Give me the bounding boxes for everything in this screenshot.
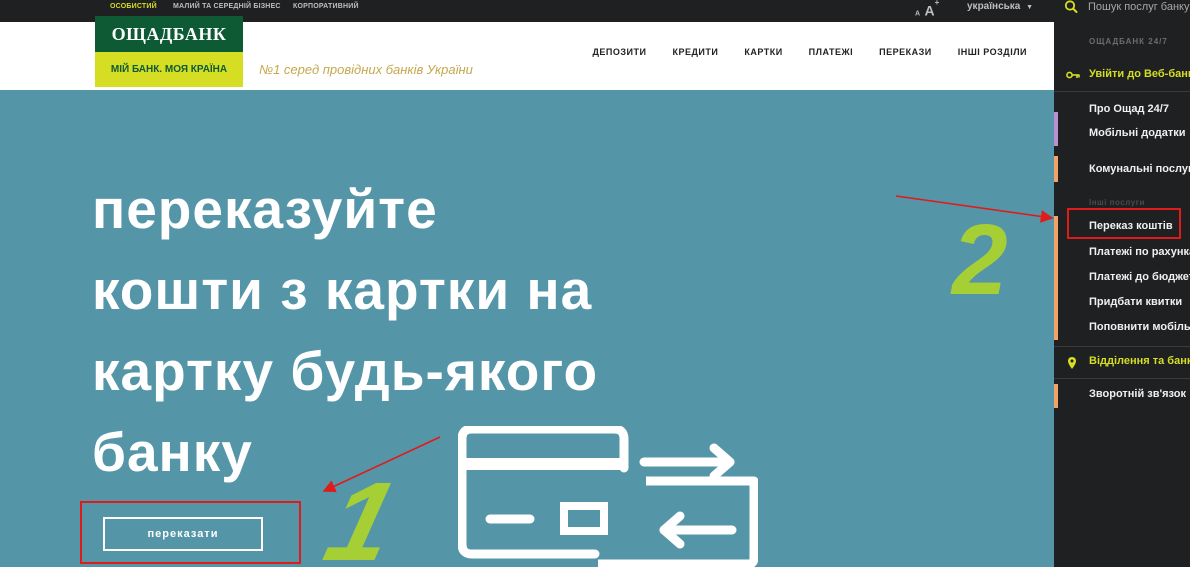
hero-title-line: картку будь-якого [92,340,599,402]
nav-transfers[interactable]: перекази [879,47,932,57]
sidebar-accent-purple [1054,112,1058,146]
search-input[interactable] [1088,0,1190,14]
nav-credits[interactable]: кредити [672,47,718,57]
annotation-step-two: 2 [952,204,1008,316]
font-large-button[interactable]: A [925,2,935,18]
nav-deposits[interactable]: депозити [593,47,647,57]
nav-other-sections[interactable]: інші розділи [958,47,1027,57]
nav-payments[interactable]: платежі [809,47,853,57]
annotation-box-transfer-button [80,501,301,564]
sidebar-subsection-other: Інші послуги [1089,198,1145,207]
hero-title-line: кошти з картки на [92,259,593,321]
sidebar-accent-orange [1054,156,1058,182]
sidebar-item-mobile-topup[interactable]: Поповнити мобільний [1089,321,1190,333]
key-icon [1066,71,1080,79]
card-transfer-icon [458,426,758,567]
segment-corporate-link[interactable]: корпоративний [293,0,359,14]
language-label: українська [967,1,1021,12]
language-select[interactable]: українська ▼ [967,0,1033,14]
hero-banner: переказуйте кошти з картки на картку буд… [0,90,1054,567]
hero-title-line: переказуйте [92,178,438,240]
sidebar-item-budget-payments[interactable]: Платежі до бюджету [1089,271,1190,283]
sidebar-item-about[interactable]: Про Ощад 24/7 [1089,103,1169,115]
sidebar-divider [1054,91,1190,92]
annotation-box-transfer-item [1067,208,1181,239]
sidebar-section-title: ОЩАДБАНК 24/7 [1089,37,1168,46]
font-small-button[interactable]: A [915,10,920,17]
sidebar-accent-orange [1054,216,1058,340]
segment-personal-link[interactable]: особистий [110,0,157,14]
sidebar-item-utilities[interactable]: Комунальні послуги [1089,163,1190,175]
sidebar-item-buy-tickets[interactable]: Придбати квитки [1089,296,1182,308]
sidebar-menu: ОЩАДБАНК 24/7 Увійти до Веб-банкінгу Про… [1054,22,1190,567]
logo-name: ОЩАДБАНК [95,16,243,52]
nav-cards[interactable]: картки [744,47,782,57]
segment-business-link[interactable]: малий та середній бізнес [173,0,281,14]
font-plus-label: + [934,0,940,7]
sidebar-divider [1054,378,1190,379]
header-tagline: №1 серед провідних банків України [259,62,473,77]
main-nav: депозити кредити картки платежі перекази… [593,47,1028,57]
sidebar-item-feedback[interactable]: Зворотній зв'язок [1089,388,1186,400]
sidebar-divider [1054,346,1190,347]
location-pin-icon [1068,357,1076,369]
oschadbank-logo[interactable]: ОЩАДБАНК МІЙ БАНК. МОЯ КРАЇНА [95,16,243,87]
font-size-switcher[interactable]: A A+ [915,0,940,17]
sidebar-item-web-banking[interactable]: Увійти до Веб-банкінгу [1089,68,1190,80]
sidebar-item-branches[interactable]: Відділення та банкомати [1089,355,1190,367]
sidebar-item-mobile-apps[interactable]: Мобільні додатки [1089,127,1186,139]
search-icon[interactable] [1064,0,1078,14]
logo-slogan: МІЙ БАНК. МОЯ КРАЇНА [95,52,243,87]
sidebar-item-account-payments[interactable]: Платежі по рахунках [1089,246,1190,258]
caret-down-icon: ▼ [1026,4,1034,11]
sidebar-accent-orange [1054,384,1058,408]
